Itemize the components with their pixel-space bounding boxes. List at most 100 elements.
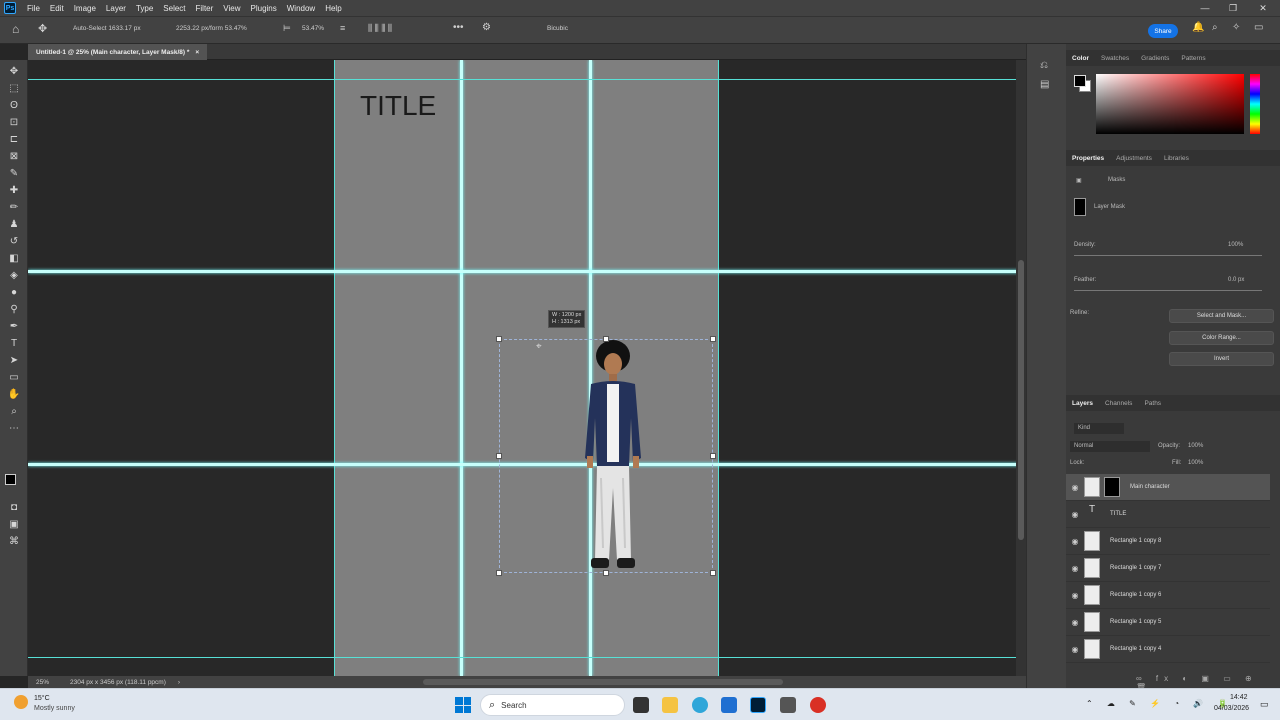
eyedropper-icon[interactable]: ✎ (6, 166, 22, 180)
photoshop-taskbar-icon[interactable] (750, 697, 766, 713)
density-slider[interactable] (1074, 255, 1262, 256)
menu-plugins[interactable]: Plugins (246, 4, 282, 13)
layer-row[interactable]: ◉ Main character (1066, 474, 1270, 501)
menu-layer[interactable]: Layer (101, 4, 131, 13)
sparkle-icon[interactable]: ✧ (1232, 22, 1240, 33)
quick-mask-icon[interactable]: ◘ (6, 500, 22, 514)
align-icon[interactable]: ⊨ (283, 23, 291, 34)
gear-icon[interactable]: ⚙ (482, 22, 491, 33)
visibility-eye-icon[interactable]: ◉ (1066, 591, 1084, 600)
more-tools-icon[interactable]: ⋯ (6, 421, 22, 435)
workspace-icon[interactable]: ▭ (1254, 22, 1263, 33)
edge-browser-icon[interactable] (692, 697, 708, 713)
color-range-button[interactable]: Color Range... (1169, 331, 1274, 345)
foreground-color-swatch[interactable] (5, 474, 16, 485)
opacity-value[interactable]: 100% (1188, 443, 1203, 449)
transform-handle[interactable] (496, 336, 502, 342)
transform-handle[interactable] (710, 336, 716, 342)
clock-date[interactable]: 04/03/2026 (1214, 705, 1249, 712)
zoom-level[interactable]: 25% (36, 679, 66, 686)
transform-handle[interactable] (496, 453, 502, 459)
clock-time[interactable]: 14:42 (1230, 694, 1248, 701)
guide-vertical[interactable] (460, 60, 463, 676)
invert-button[interactable]: Invert (1169, 352, 1274, 366)
comments-icon[interactable]: ▤ (1040, 79, 1049, 90)
menu-window[interactable]: Window (282, 4, 320, 13)
layer-filter-kind[interactable]: Kind (1074, 423, 1124, 434)
canvas-title-text[interactable]: TITLE (360, 90, 436, 122)
taskbar-search-box[interactable]: ⌕ Search (480, 694, 625, 716)
guide-vertical[interactable] (718, 60, 719, 676)
share-button[interactable]: Share (1148, 24, 1178, 38)
screen-mode-icon[interactable]: ▣ (6, 517, 22, 531)
menu-image[interactable]: Image (69, 4, 101, 13)
zoom-icon[interactable]: ⌕ (6, 404, 22, 418)
history-brush-icon[interactable]: ↺ (6, 234, 22, 248)
menu-select[interactable]: Select (158, 4, 190, 13)
notification-icon[interactable]: ▭ (1260, 699, 1269, 710)
hand-icon[interactable]: ✋ (6, 387, 22, 401)
transform-handle[interactable] (603, 570, 609, 576)
blur-icon[interactable]: ● (6, 285, 22, 299)
feather-slider[interactable] (1074, 290, 1262, 291)
tab-paths[interactable]: Paths (1138, 400, 1167, 407)
angle-field[interactable]: 53.47% (302, 25, 324, 32)
guide-horizontal[interactable] (28, 657, 1026, 658)
document-info[interactable]: 2304 px x 3456 px (118.11 ppcm) (70, 679, 166, 686)
menu-type[interactable]: Type (131, 4, 158, 13)
menu-filter[interactable]: Filter (191, 4, 219, 13)
interpolation-select[interactable]: Bicubic (547, 25, 568, 32)
file-explorer-icon[interactable] (662, 697, 678, 713)
rectangle-icon[interactable]: ▭ (6, 370, 22, 384)
recorder-icon[interactable] (810, 697, 826, 713)
distribute-icons[interactable]: ⫼ ⫼ ⫼ ⫼ (368, 23, 392, 34)
frame-icon[interactable]: ⊠ (6, 149, 22, 163)
blend-mode-select[interactable]: Normal (1070, 441, 1150, 452)
weather-icon[interactable] (14, 695, 28, 709)
snipping-tool-icon[interactable] (780, 697, 796, 713)
layer-mask-thumb[interactable] (1104, 477, 1120, 497)
path-select-icon[interactable]: ➤ (6, 353, 22, 367)
transform-handle[interactable] (603, 336, 609, 342)
layer-row[interactable]: ◉ Rectangle 1 copy 6 (1066, 582, 1270, 609)
menu-view[interactable]: View (218, 4, 245, 13)
tab-libraries[interactable]: Libraries (1158, 155, 1195, 162)
paint-bucket-icon[interactable]: ◈ (6, 268, 22, 282)
healing-icon[interactable]: ✚ (6, 183, 22, 197)
menu-help[interactable]: Help (320, 4, 346, 13)
visibility-eye-icon[interactable]: ◉ (1066, 618, 1084, 627)
layer-mask-thumbnail[interactable] (1074, 198, 1086, 216)
close-tab-icon[interactable]: × (195, 49, 199, 56)
move-icon[interactable]: ✥ (6, 64, 22, 78)
maximize-icon[interactable]: ❐ (1218, 0, 1248, 16)
fill-value[interactable]: 100% (1188, 460, 1203, 466)
layer-row[interactable]: ◉ T TITLE (1066, 501, 1270, 528)
home-icon[interactable]: ⌂ (12, 22, 19, 36)
task-view-icon[interactable] (633, 697, 649, 713)
document-tab[interactable]: Untitled-1 @ 25% (Main character, Layer … (28, 44, 208, 60)
auto-select-checkbox[interactable]: Auto-Select 1633.17 px (73, 25, 141, 32)
minimize-icon[interactable]: — (1190, 0, 1220, 16)
menu-file[interactable]: File (22, 4, 45, 13)
store-icon[interactable] (721, 697, 737, 713)
feather-value[interactable]: 0.0 px (1228, 277, 1244, 283)
generative-icon[interactable]: ⌘ (6, 534, 22, 548)
dodge-icon[interactable]: ⚲ (6, 302, 22, 316)
guide-horizontal[interactable] (28, 79, 1026, 80)
bell-icon[interactable]: 🔔 (1192, 22, 1204, 33)
transform-handle[interactable] (710, 453, 716, 459)
color-picker-field[interactable] (1096, 74, 1244, 134)
select-and-mask-button[interactable]: Select and Mask... (1169, 309, 1274, 323)
tab-properties[interactable]: Properties (1066, 155, 1110, 162)
history-icon[interactable]: ⎌ (1040, 60, 1048, 71)
object-select-icon[interactable]: ⊡ (6, 115, 22, 129)
menu-edit[interactable]: Edit (45, 4, 69, 13)
visibility-eye-icon[interactable]: ◉ (1066, 537, 1084, 546)
transform-bounding-box[interactable] (499, 339, 713, 573)
layer-row[interactable]: ◉ Rectangle 1 copy 7 (1066, 555, 1270, 582)
tab-color[interactable]: Color (1066, 55, 1095, 62)
windows-start-icon[interactable] (455, 697, 471, 713)
hue-slider[interactable] (1250, 74, 1260, 134)
layer-row[interactable]: ◉ Rectangle 1 copy 8 (1066, 528, 1270, 555)
layer-row[interactable]: ◉ Rectangle 1 copy 5 (1066, 609, 1270, 636)
